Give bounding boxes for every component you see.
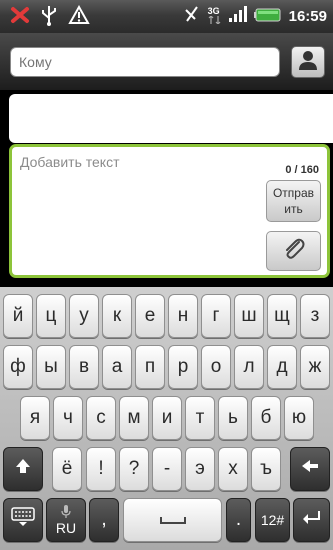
enter-arrow-icon xyxy=(302,509,322,531)
comma-key[interactable]: , xyxy=(89,498,119,542)
missed-call-icon xyxy=(10,6,30,28)
key-м[interactable]: м xyxy=(119,396,149,440)
key-ж[interactable]: ж xyxy=(300,345,330,389)
recipient-bar xyxy=(0,33,333,90)
key-а[interactable]: а xyxy=(102,345,132,389)
key-л[interactable]: л xyxy=(234,345,264,389)
message-thread xyxy=(9,94,333,143)
contact-picker-button[interactable] xyxy=(291,46,325,78)
space-icon xyxy=(159,509,187,531)
key-и[interactable]: и xyxy=(152,396,182,440)
key-hyphen[interactable]: - xyxy=(152,447,182,491)
language-key[interactable]: RU xyxy=(46,498,86,542)
on-screen-keyboard: й ц у к е н г ш щ з ф ы в а п р о л д ж … xyxy=(0,287,333,550)
key-с[interactable]: с xyxy=(86,396,116,440)
signal-icon xyxy=(228,6,247,26)
warning-icon xyxy=(68,4,90,29)
recipient-input[interactable] xyxy=(10,47,280,77)
microphone-icon xyxy=(61,505,71,521)
enter-key[interactable] xyxy=(293,498,330,542)
key-р[interactable]: р xyxy=(168,345,198,389)
key-н[interactable]: н xyxy=(168,294,198,338)
keyboard-settings-key[interactable] xyxy=(3,498,43,542)
key-щ[interactable]: щ xyxy=(267,294,297,338)
key-ц[interactable]: ц xyxy=(36,294,66,338)
key-ш[interactable]: ш xyxy=(234,294,264,338)
key-ъ[interactable]: ъ xyxy=(251,447,281,491)
key-у[interactable]: у xyxy=(69,294,99,338)
no-signal-icon xyxy=(183,5,201,27)
character-counter: 0 / 160 xyxy=(285,164,319,176)
key-з[interactable]: з xyxy=(300,294,330,338)
keyboard-icon xyxy=(11,507,35,533)
space-key[interactable] xyxy=(123,498,222,542)
message-input[interactable]: Добавить текст xyxy=(20,154,120,170)
language-label: RU xyxy=(55,520,77,536)
key-ь[interactable]: ь xyxy=(218,396,248,440)
backspace-key[interactable] xyxy=(290,447,330,491)
key-ё[interactable]: ё xyxy=(52,447,82,491)
key-в[interactable]: в xyxy=(69,345,99,389)
shift-arrow-icon xyxy=(14,457,32,481)
key-т[interactable]: т xyxy=(185,396,215,440)
key-е[interactable]: е xyxy=(135,294,165,338)
network-3g-icon: 3G xyxy=(208,6,222,26)
status-bar: 3G 16:59 xyxy=(0,0,333,33)
key-д[interactable]: д xyxy=(267,345,297,389)
key-х[interactable]: х xyxy=(218,447,248,491)
paperclip-icon xyxy=(281,236,307,266)
battery-icon xyxy=(253,7,282,26)
key-п[interactable]: п xyxy=(135,345,165,389)
key-б[interactable]: б xyxy=(251,396,281,440)
key-г[interactable]: г xyxy=(201,294,231,338)
key-ч[interactable]: ч xyxy=(53,396,83,440)
key-к[interactable]: к xyxy=(102,294,132,338)
key-question[interactable]: ? xyxy=(119,447,149,491)
key-я[interactable]: я xyxy=(20,396,50,440)
attach-button[interactable] xyxy=(266,231,321,271)
message-composer[interactable]: Добавить текст 0 / 160 Отправ ить xyxy=(9,144,330,278)
backspace-arrow-icon xyxy=(300,458,320,480)
key-э[interactable]: э xyxy=(185,447,215,491)
key-й[interactable]: й xyxy=(3,294,33,338)
period-key[interactable]: . xyxy=(226,498,251,542)
clock: 16:59 xyxy=(288,7,327,25)
numbers-mode-key[interactable]: 12# xyxy=(255,498,290,542)
send-button[interactable]: Отправ ить xyxy=(266,180,321,222)
key-ы[interactable]: ы xyxy=(36,345,66,389)
person-icon xyxy=(297,49,319,75)
conversation-area xyxy=(0,90,333,143)
key-ю[interactable]: ю xyxy=(284,396,314,440)
usb-icon xyxy=(40,4,58,30)
key-exclamation[interactable]: ! xyxy=(86,447,116,491)
shift-key[interactable] xyxy=(3,447,43,491)
key-ф[interactable]: ф xyxy=(3,345,33,389)
key-о[interactable]: о xyxy=(201,345,231,389)
